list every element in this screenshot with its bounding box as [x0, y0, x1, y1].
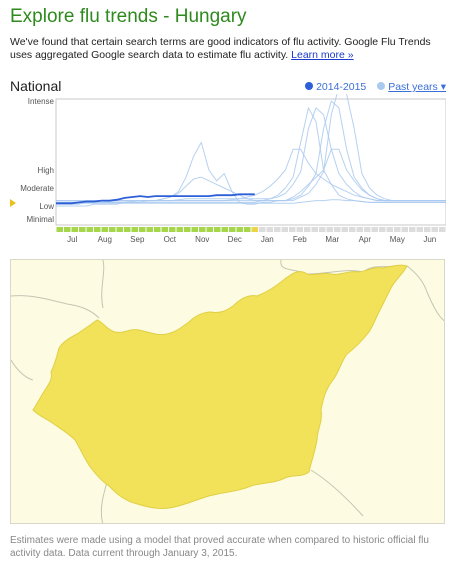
week-level-cell: [154, 227, 161, 232]
week-level-cell: [131, 227, 138, 232]
week-level-cell: [79, 227, 86, 232]
week-level-cell: [64, 227, 71, 232]
y-tick-label: Intense: [28, 97, 55, 106]
week-level-cell: [439, 227, 446, 232]
chart-legend: 2014-2015 Past years ▾: [305, 81, 446, 93]
x-tick-label: Jun: [423, 235, 436, 244]
neighbor-border: [100, 481, 108, 523]
week-level-cell: [274, 227, 281, 232]
footer-note: Estimates were made using a model that p…: [10, 535, 429, 559]
week-level-cell: [431, 227, 438, 232]
weekly-level-strip: [56, 227, 446, 232]
hungary-shape: [32, 264, 408, 509]
x-tick-label: Oct: [164, 235, 177, 244]
week-level-cell: [259, 227, 266, 232]
map-canvas: [11, 260, 444, 523]
past-years-dot-icon: [377, 82, 386, 90]
y-tick-label: Moderate: [20, 184, 54, 193]
x-tick-label: Dec: [228, 235, 242, 244]
x-tick-label: Apr: [359, 235, 372, 244]
week-level-cell: [289, 227, 296, 232]
week-level-cell: [251, 227, 258, 232]
neighbor-border: [101, 260, 105, 309]
y-axis: Minimal Low Moderate High Intense: [20, 97, 54, 224]
week-level-cell: [296, 227, 303, 232]
week-level-cell: [109, 227, 116, 232]
intro-text: We've found that certain search terms ar…: [10, 36, 431, 61]
x-tick-label: May: [390, 235, 405, 244]
x-tick-label: Jan: [261, 235, 274, 244]
week-level-cell: [184, 227, 191, 232]
x-axis: Jul Aug Sep Oct Nov Dec Jan Feb Mar Apr May Jun: [67, 235, 436, 244]
week-level-cell: [334, 227, 341, 232]
plot-area: [55, 98, 446, 226]
week-level-cell: [386, 227, 393, 232]
x-tick-label: Sep: [130, 235, 145, 244]
week-level-cell: [146, 227, 153, 232]
week-level-cell: [116, 227, 123, 232]
week-level-cell: [94, 227, 101, 232]
y-tick-label: High: [38, 166, 54, 175]
x-tick-label: Nov: [195, 235, 209, 244]
week-level-cell: [281, 227, 288, 232]
current-level-marker-icon: [10, 199, 16, 207]
week-level-cell: [176, 227, 183, 232]
week-level-cell: [191, 227, 198, 232]
week-level-cell: [326, 227, 333, 232]
week-level-cell: [199, 227, 206, 232]
chart-title: National: [10, 78, 62, 94]
week-level-cell: [214, 227, 221, 232]
week-level-cell: [394, 227, 401, 232]
week-level-cell: [221, 227, 228, 232]
week-level-cell: [341, 227, 348, 232]
y-tick-label: Minimal: [26, 215, 54, 224]
page-title: Explore flu trends - Hungary: [10, 6, 247, 27]
week-level-cell: [409, 227, 416, 232]
chart-header: National 2014-2015 Past years ▾: [10, 78, 446, 94]
x-tick-label: Aug: [98, 235, 112, 244]
week-level-cell: [86, 227, 93, 232]
week-level-cell: [161, 227, 168, 232]
week-level-cell: [169, 227, 176, 232]
week-level-cell: [416, 227, 423, 232]
hungary-map: [10, 259, 445, 524]
week-level-cell: [139, 227, 146, 232]
week-level-cell: [206, 227, 213, 232]
week-level-cell: [56, 227, 63, 232]
week-level-cell: [356, 227, 363, 232]
week-level-cell: [311, 227, 318, 232]
neighbor-border: [11, 359, 34, 381]
neighbor-border: [11, 295, 100, 319]
learn-more-link[interactable]: Learn more »: [291, 49, 353, 61]
legend-current-season[interactable]: 2014-2015: [316, 81, 366, 93]
week-level-cell: [266, 227, 273, 232]
week-level-cell: [349, 227, 356, 232]
week-level-cell: [371, 227, 378, 232]
week-level-cell: [71, 227, 78, 232]
week-level-cell: [244, 227, 251, 232]
x-tick-label: Mar: [325, 235, 339, 244]
week-level-cell: [124, 227, 131, 232]
week-level-cell: [101, 227, 108, 232]
flu-trend-chart: Minimal Low Moderate High Intense Jul Aug Sep O…: [10, 94, 446, 244]
neighbor-border: [406, 265, 444, 322]
week-level-cell: [319, 227, 326, 232]
week-level-cell: [236, 227, 243, 232]
week-level-cell: [364, 227, 371, 232]
week-level-cell: [379, 227, 386, 232]
week-level-cell: [401, 227, 408, 232]
x-tick-label: Jul: [67, 235, 77, 244]
intro-paragraph: We've found that certain search terms ar…: [10, 36, 442, 62]
x-tick-label: Feb: [293, 235, 307, 244]
week-level-cell: [229, 227, 236, 232]
current-season-dot-icon: [305, 82, 314, 90]
week-level-cell: [424, 227, 431, 232]
past-years-dropdown[interactable]: Past years ▾: [388, 81, 446, 93]
week-level-cell: [304, 227, 311, 232]
neighbor-border: [310, 469, 364, 517]
y-tick-label: Low: [39, 202, 54, 211]
